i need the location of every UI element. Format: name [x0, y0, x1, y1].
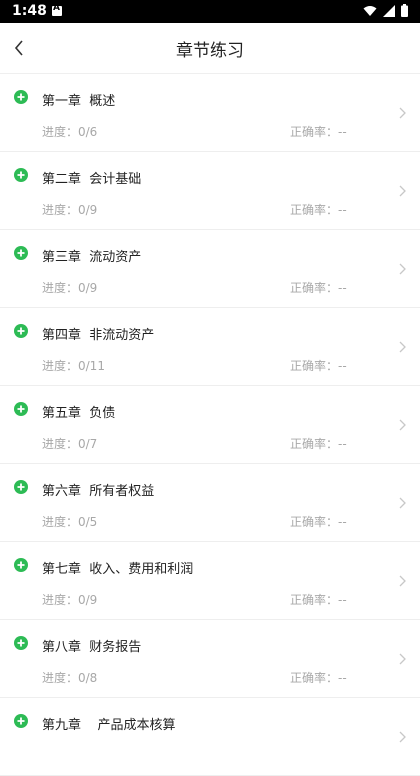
progress-text: 进度：0/11 [42, 359, 105, 373]
accuracy-text: 正确率：-- [290, 281, 347, 295]
accuracy-text: 正确率：-- [290, 203, 347, 217]
battery-icon [401, 4, 408, 17]
chevron-right-icon [399, 497, 406, 509]
progress-text: 进度：0/9 [42, 203, 98, 217]
plus-circle-icon [14, 558, 28, 572]
plus-circle-icon [14, 714, 28, 728]
chapter-item-2[interactable]: 第二章 会计基础 进度：0/9 正确率：-- [0, 152, 420, 230]
chapter-item-4[interactable]: 第四章 非流动资产 进度：0/11 正确率：-- [0, 308, 420, 386]
chapter-item-1[interactable]: 第一章 概述 进度：0/6 正确率：-- [0, 74, 420, 152]
chapter-title: 第九章 产品成本核算 [42, 718, 176, 733]
chapter-item-7[interactable]: 第七章 收入、费用和利润 进度：0/9 正确率：-- [0, 542, 420, 620]
plus-circle-icon [14, 402, 28, 416]
chapter-title: 第四章 非流动资产 [42, 328, 155, 343]
plus-circle-icon [14, 480, 28, 494]
chapter-title: 第五章 负债 [42, 406, 116, 421]
notification-a-icon [52, 3, 62, 16]
progress-text: 进度：0/9 [42, 593, 98, 607]
status-icons [363, 4, 408, 17]
plus-circle-icon [14, 246, 28, 260]
status-time: 1:48 [12, 3, 47, 19]
chapter-title: 第六章 所有者权益 [42, 484, 155, 499]
chapter-title: 第七章 收入、费用和利润 [42, 562, 194, 577]
plus-circle-icon [14, 168, 28, 182]
chevron-right-icon [399, 575, 406, 587]
chapter-title: 第二章 会计基础 [42, 172, 142, 187]
chevron-right-icon [399, 341, 406, 353]
chevron-right-icon [399, 107, 406, 119]
progress-text: 进度：0/6 [42, 125, 98, 139]
chapter-item-8[interactable]: 第八章 财务报告 进度：0/8 正确率：-- [0, 620, 420, 698]
chapter-item-6[interactable]: 第六章 所有者权益 进度：0/5 正确率：-- [0, 464, 420, 542]
wifi-icon [363, 5, 377, 16]
progress-text: 进度：0/9 [42, 281, 98, 295]
page-title: 章节练习 [176, 41, 244, 61]
chapter-item-5[interactable]: 第五章 负债 进度：0/7 正确率：-- [0, 386, 420, 464]
chapter-item-9[interactable]: 第九章 产品成本核算 [0, 698, 420, 776]
plus-circle-icon [14, 90, 28, 104]
status-bar: 1:48 [0, 0, 420, 23]
plus-circle-icon [14, 636, 28, 650]
accuracy-text: 正确率：-- [290, 593, 347, 607]
plus-circle-icon [14, 324, 28, 338]
chapter-title: 第一章 概述 [42, 94, 116, 109]
accuracy-text: 正确率：-- [290, 515, 347, 529]
accuracy-text: 正确率：-- [290, 671, 347, 685]
progress-text: 进度：0/8 [42, 671, 98, 685]
accuracy-text: 正确率：-- [290, 437, 347, 451]
accuracy-text: 正确率：-- [290, 359, 347, 373]
chevron-right-icon [399, 263, 406, 275]
header-bar: 章节练习 [0, 23, 420, 74]
chevron-right-icon [399, 731, 406, 743]
chevron-right-icon [399, 419, 406, 431]
progress-text: 进度：0/5 [42, 515, 98, 529]
chapter-title: 第八章 财务报告 [42, 640, 142, 655]
chevron-right-icon [399, 653, 406, 665]
chevron-right-icon [399, 185, 406, 197]
chapter-item-3[interactable]: 第三章 流动资产 进度：0/9 正确率：-- [0, 230, 420, 308]
chapter-list: 第一章 概述 进度：0/6 正确率：-- 第二章 会计基础 进度：0/9 正确率… [0, 74, 420, 776]
accuracy-text: 正确率：-- [290, 125, 347, 139]
progress-text: 进度：0/7 [42, 437, 98, 451]
chapter-title: 第三章 流动资产 [42, 250, 142, 265]
signal-icon [383, 4, 395, 17]
